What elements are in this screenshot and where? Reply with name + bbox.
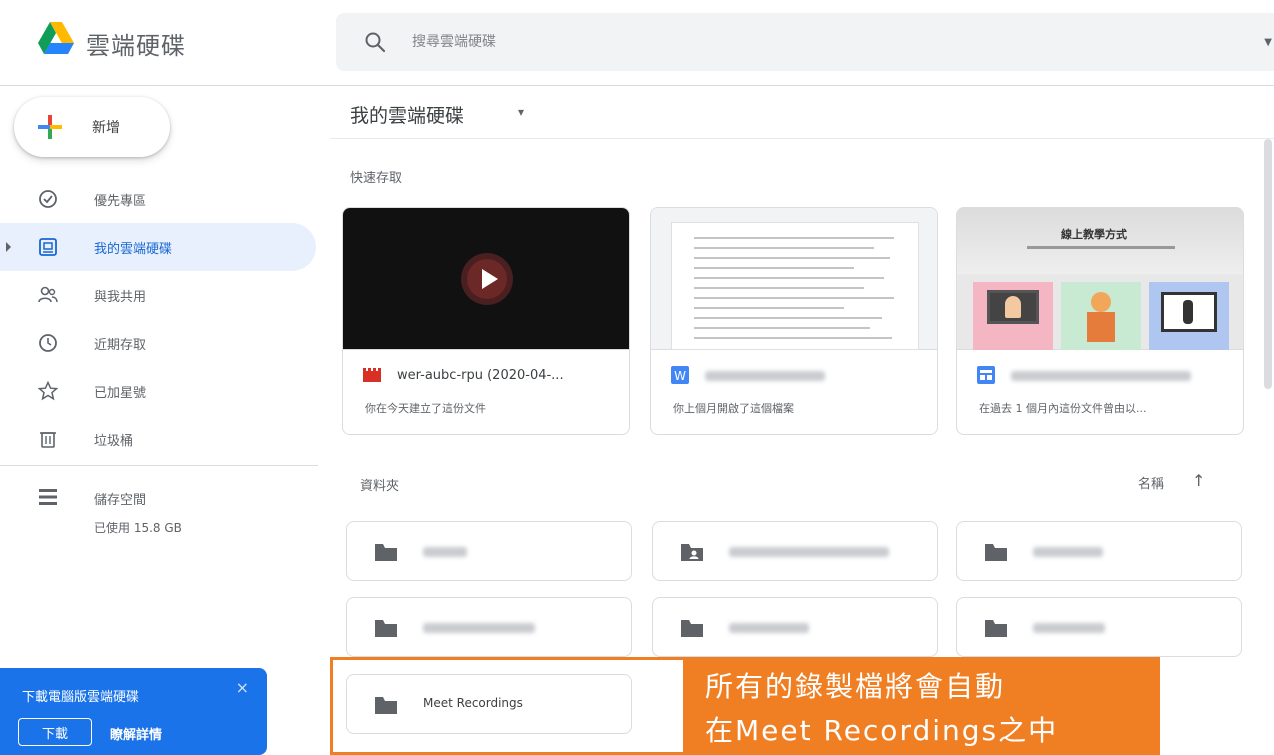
sidebar-nav: 優先專區 我的雲端硬碟 與我共用 近期存取 已加星號 垃圾桶: [0, 175, 330, 463]
card-file-name: wer-aubc-rpu (2020-04-...: [397, 368, 564, 383]
blurred-text: [729, 623, 809, 633]
sidebar-item-starred[interactable]: 已加星號: [0, 367, 316, 415]
slide-illustration: [1149, 282, 1229, 350]
sidebar-item-label: 近期存取: [94, 338, 147, 353]
blurred-text: [1033, 547, 1103, 557]
close-icon[interactable]: ×: [236, 678, 249, 697]
folder-icon: [375, 620, 397, 637]
folders-label: 資料夾: [360, 479, 400, 494]
sidebar: 新增 優先專區 我的雲端硬碟 與我共用 近期存取 已加星號 垃圾桶 儲存空間 已…: [0, 87, 330, 755]
slides-thumbnail: 線上教學方式: [957, 208, 1243, 350]
sidebar-item-my-drive[interactable]: 我的雲端硬碟: [0, 223, 316, 271]
folder-item[interactable]: [956, 597, 1242, 657]
app-title: 雲端硬碟: [86, 32, 186, 60]
slide-header: 線上教學方式: [957, 208, 1243, 274]
slide-illustration: [973, 282, 1053, 350]
sidebar-item-label: 垃圾桶: [94, 434, 134, 449]
new-button-label: 新增: [92, 120, 120, 136]
sidebar-item-recent[interactable]: 近期存取: [0, 319, 316, 367]
folder-icon: [985, 620, 1007, 637]
card-description: 你上個月開啟了這個檔案: [673, 402, 794, 415]
document-thumbnail: [651, 208, 937, 350]
folder-icon: [985, 544, 1007, 561]
sidebar-item-label: 優先專區: [94, 194, 147, 209]
play-icon: [461, 253, 513, 305]
folder-icon: [681, 620, 703, 637]
storage-icon: [39, 489, 57, 505]
blurred-text: [1011, 371, 1191, 381]
sidebar-item-priority[interactable]: 優先專區: [0, 175, 316, 223]
divider: [330, 138, 1274, 139]
search-bar[interactable]: ▼: [336, 13, 1274, 71]
download-promo-banner: 下載電腦版雲端硬碟 × 下載 瞭解詳情: [0, 668, 267, 755]
sort-direction-icon[interactable]: ↑: [1192, 471, 1205, 490]
shared-folder-icon: [681, 544, 703, 561]
folder-item[interactable]: [346, 597, 632, 657]
priority-icon: [39, 190, 57, 208]
callout-line-1: 所有的錄製檔將會自動: [705, 670, 1006, 703]
search-input[interactable]: [412, 27, 1112, 57]
clock-icon: [39, 334, 57, 352]
expand-caret-icon[interactable]: [6, 242, 11, 252]
folder-icon: [375, 544, 397, 561]
blurred-text: [423, 547, 467, 557]
quick-access-card[interactable]: wer-aubc-rpu (2020-04-... 你在今天建立了這份文件: [342, 207, 630, 435]
folder-item[interactable]: [346, 521, 632, 581]
blurred-text: [729, 547, 889, 557]
blurred-text: [705, 371, 825, 381]
word-file-icon: W: [671, 366, 689, 384]
sidebar-item-shared[interactable]: 與我共用: [0, 271, 316, 319]
slide-illustration: [1061, 282, 1141, 350]
card-description: 你在今天建立了這份文件: [365, 402, 486, 415]
trash-icon: [40, 432, 56, 448]
sidebar-item-trash[interactable]: 垃圾桶: [0, 415, 316, 463]
slide-title: 線上教學方式: [1061, 228, 1127, 241]
sidebar-item-label: 已加星號: [94, 386, 147, 401]
quick-access-label: 快速存取: [350, 171, 403, 186]
card-description: 在過去 1 個月內這份文件曾由以...: [979, 402, 1147, 415]
callout-line-2: 在Meet Recordings之中: [705, 714, 1059, 747]
storage-label: 儲存空間: [94, 493, 147, 508]
blurred-text: [1033, 623, 1105, 633]
main-content: 我的雲端硬碟 ▾ 快速存取 wer-aubc-rpu (2020-04-... …: [330, 87, 1274, 755]
scrollbar[interactable]: [1264, 139, 1272, 389]
star-icon: [38, 381, 58, 401]
shared-icon: [38, 286, 58, 303]
video-file-icon: [363, 368, 381, 382]
page-title[interactable]: 我的雲端硬碟: [350, 101, 464, 128]
folder-item[interactable]: [652, 597, 938, 657]
quick-access-card[interactable]: 線上教學方式 在過去 1 個月內這份文件曾由以...: [956, 207, 1244, 435]
chevron-down-icon[interactable]: ▾: [518, 105, 524, 119]
sidebar-item-label: 與我共用: [94, 290, 147, 305]
promo-text: 下載電腦版雲端硬碟: [22, 690, 140, 705]
document-preview: [671, 222, 919, 350]
blurred-text: [423, 623, 535, 633]
sort-by-name-button[interactable]: 名稱: [1138, 473, 1164, 492]
slides-file-icon: [977, 366, 995, 384]
sidebar-item-label: 我的雲端硬碟: [94, 242, 173, 257]
storage-used-text: 已使用 15.8 GB: [94, 521, 182, 535]
top-bar: 雲端硬碟 ▼: [0, 0, 1274, 86]
divider: [0, 465, 318, 466]
new-button[interactable]: 新增: [14, 97, 170, 157]
drive-logo-icon[interactable]: [38, 22, 74, 54]
video-thumbnail: [343, 208, 629, 350]
svg-text:W: W: [674, 369, 686, 383]
folder-item[interactable]: [956, 521, 1242, 581]
quick-access-card[interactable]: W 你上個月開啟了這個檔案: [650, 207, 938, 435]
sidebar-item-storage[interactable]: 儲存空間 已使用 15.8 GB: [0, 481, 318, 551]
annotation-callout: 所有的錄製檔將會自動 在Meet Recordings之中: [683, 657, 1160, 755]
search-options-icon[interactable]: ▼: [1264, 37, 1272, 48]
learn-more-link[interactable]: 瞭解詳情: [110, 724, 162, 743]
my-drive-icon: [39, 238, 57, 256]
search-icon[interactable]: [364, 31, 386, 53]
download-button[interactable]: 下載: [18, 718, 92, 746]
folder-item[interactable]: [652, 521, 938, 581]
plus-icon: [38, 115, 62, 139]
